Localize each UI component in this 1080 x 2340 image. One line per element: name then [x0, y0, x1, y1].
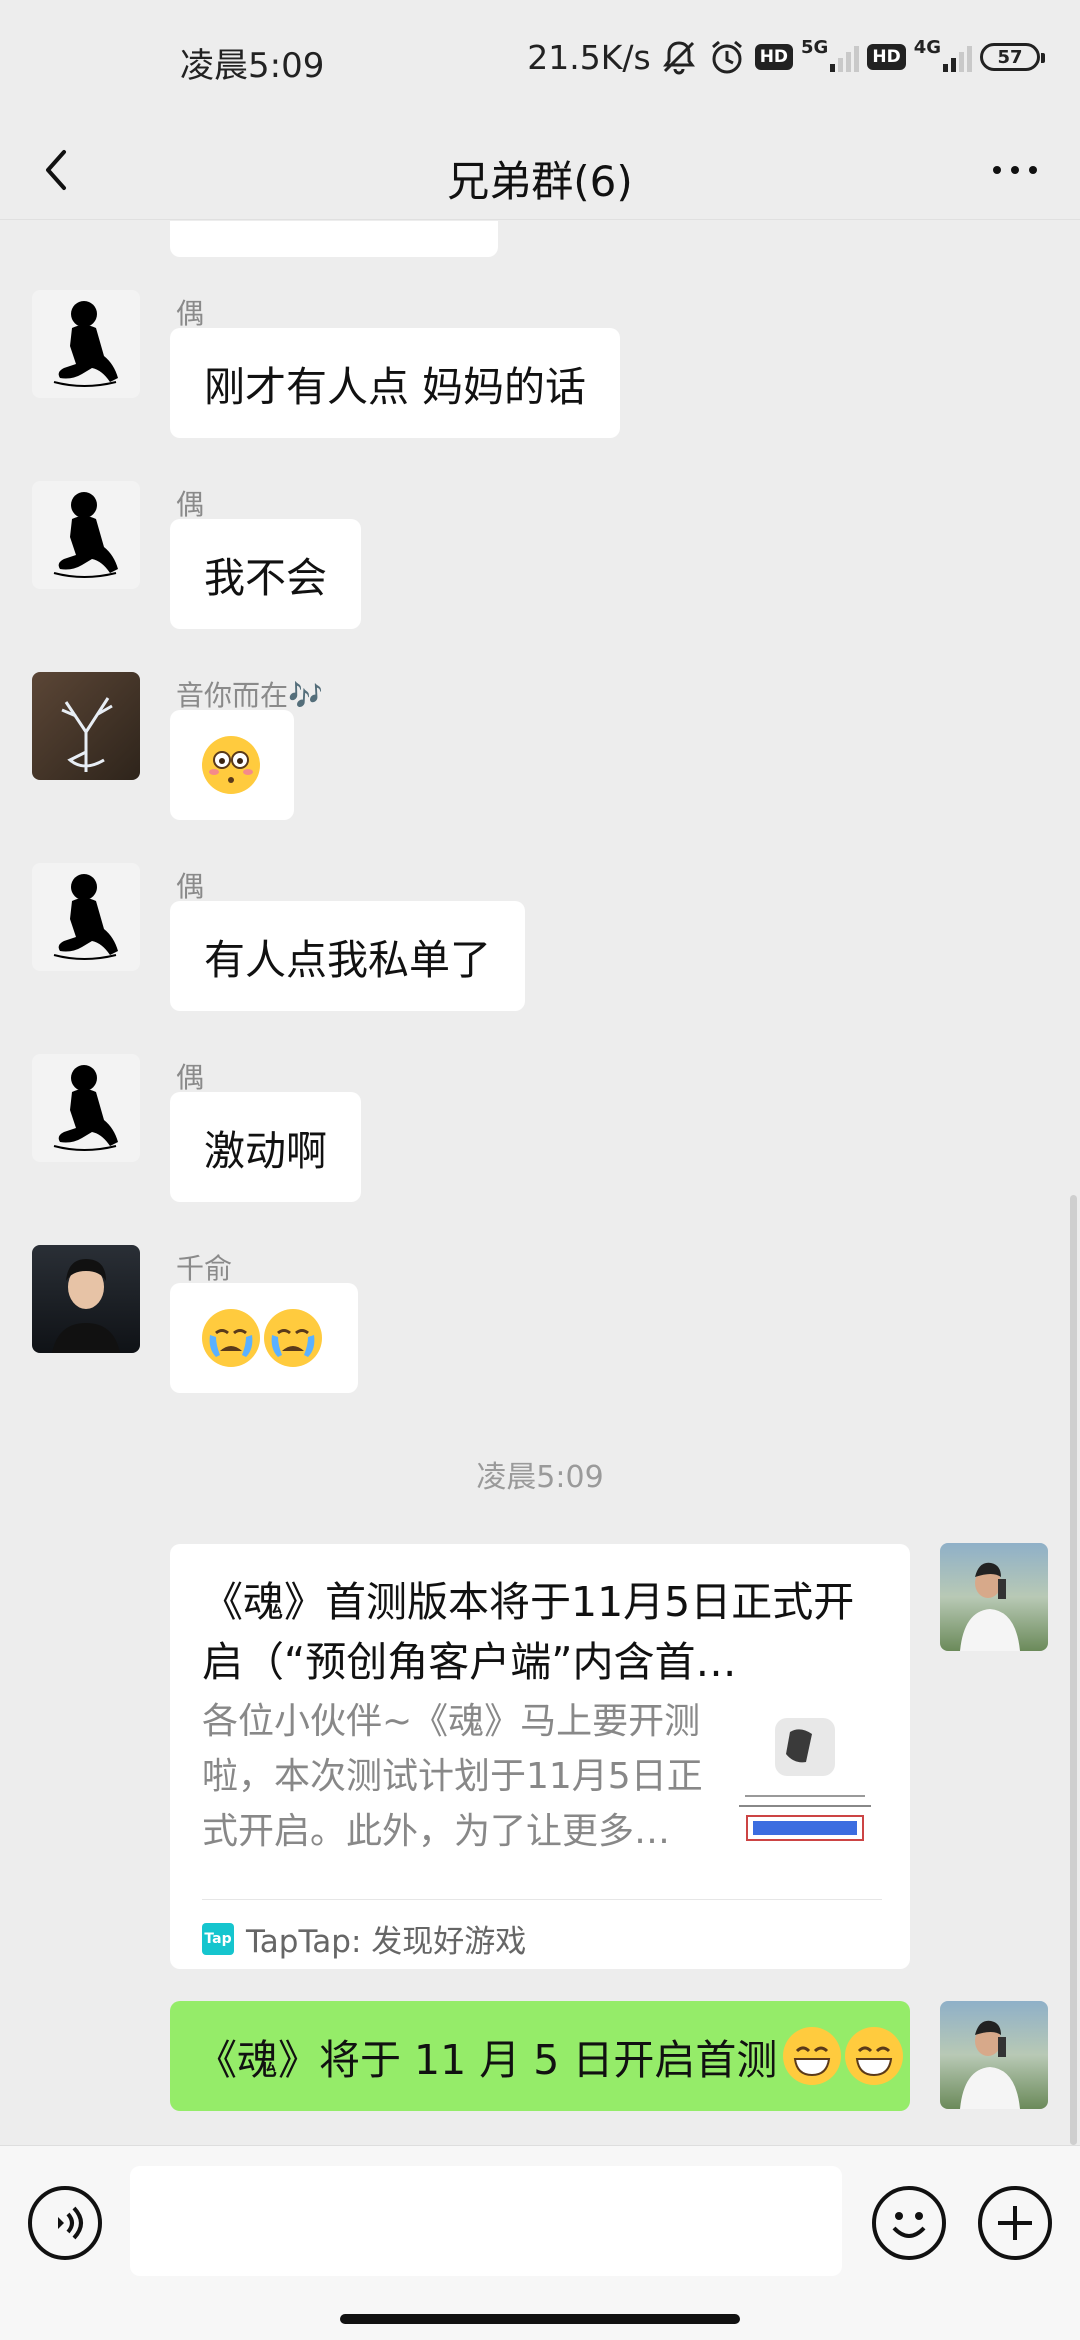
smiley-icon: [892, 2212, 926, 2238]
avatar-ou[interactable]: [32, 1054, 140, 1162]
chat-title: 兄弟群(6): [447, 157, 633, 206]
message-input[interactable]: [130, 2166, 842, 2276]
message-bubble[interactable]: 有人点我私单了: [170, 901, 525, 1011]
mute-bell-icon: [662, 41, 695, 75]
hd-badge-1: HD: [754, 44, 794, 70]
message-bubble[interactable]: 我不会: [170, 519, 361, 629]
avatar-ou[interactable]: [32, 481, 140, 589]
more-options-button[interactable]: [980, 140, 1050, 200]
net-speed: 21.5K/s: [527, 37, 651, 77]
avatar-self[interactable]: [940, 2001, 1048, 2109]
avatar-self[interactable]: [940, 1543, 1048, 1651]
chat-header: 兄弟群(6): [0, 120, 1080, 220]
crying-face-emoji-icon: [264, 1309, 322, 1367]
scrollbar[interactable]: [1070, 1195, 1077, 2145]
link-card[interactable]: 《魂》首测版本将于11月5日正式开启（“预创角客户端”内含首… 各位小伙伴~《魂…: [170, 1544, 910, 1969]
avatar-qianyu[interactable]: [32, 1245, 140, 1353]
message-bubble[interactable]: 刚才有人点 妈妈的话: [170, 328, 621, 438]
status-bar: 凌晨5:09 21.5K/s HD 5G HD 4G 57: [0, 0, 1080, 120]
more-functions-button[interactable]: [978, 2186, 1052, 2260]
sender-name: 偶: [176, 870, 205, 903]
alarm-icon: [711, 40, 742, 74]
signal-icon-2: [943, 42, 972, 72]
link-card-description: 各位小伙伴~《魂》马上要开测啦，本次测试计划于11月5日正式开启。此外，为了让更…: [202, 1701, 703, 1852]
home-indicator[interactable]: [340, 2314, 740, 2324]
hd-badge-2: HD: [867, 44, 906, 70]
message-bubble[interactable]: 激动啊: [170, 1092, 361, 1202]
grinning-face-emoji-icon: [845, 2027, 904, 2085]
taptap-logo-icon: Tap: [202, 1922, 234, 1955]
message-list[interactable]: 偶 刚才有人点 妈妈的话 偶 我不会 音你而在🎶 偶 有人点我私单了 偶 激动啊…: [0, 221, 1080, 2145]
flushed-face-emoji-icon: [202, 736, 260, 794]
sender-name: 偶: [176, 297, 205, 330]
message-bubble[interactable]: [170, 710, 294, 820]
status-time: 凌晨5:09: [180, 46, 325, 86]
input-bar: [0, 2145, 1080, 2340]
link-card-source: Tap TapTap: 发现好游戏: [202, 1899, 882, 1961]
sender-name: 千俞: [176, 1252, 233, 1285]
signal-icon-1: [830, 42, 860, 72]
sender-name: 偶: [176, 1061, 205, 1094]
crying-face-emoji-icon: [202, 1309, 260, 1367]
message-bubble-partial[interactable]: [170, 221, 498, 257]
own-message-bubble[interactable]: 《魂》将于 11 月 5 日开启首测: [170, 2001, 910, 2111]
network-label-1: 5G: [801, 36, 829, 58]
avatar-ou[interactable]: [32, 290, 140, 398]
avatar-ou[interactable]: [32, 863, 140, 971]
sender-name: 偶: [176, 488, 205, 521]
sender-name: 音你而在🎶: [176, 679, 323, 712]
plus-icon: [998, 2206, 1032, 2240]
voice-icon: [58, 2206, 83, 2240]
network-label-2: 4G: [913, 36, 941, 58]
own-message-text: 《魂》将于 11 月 5 日开启首测: [196, 2036, 778, 2084]
link-card-source-label: TapTap: 发现好游戏: [246, 1924, 527, 1960]
battery-icon: 57: [980, 43, 1045, 71]
time-divider: 凌晨5:09: [476, 1460, 604, 1495]
message-bubble[interactable]: [170, 1283, 358, 1393]
status-icons: 21.5K/s HD 5G HD 4G 57: [527, 34, 1045, 80]
voice-button[interactable]: [28, 2186, 102, 2260]
grinning-face-emoji-icon: [783, 2027, 842, 2085]
link-card-thumbnail: [735, 1712, 875, 1852]
link-card-title: 《魂》首测版本将于11月5日正式开启（“预创角客户端”内含首…: [202, 1578, 855, 1686]
emoji-button[interactable]: [872, 2186, 946, 2260]
avatar-yinniérzai[interactable]: [32, 672, 140, 780]
